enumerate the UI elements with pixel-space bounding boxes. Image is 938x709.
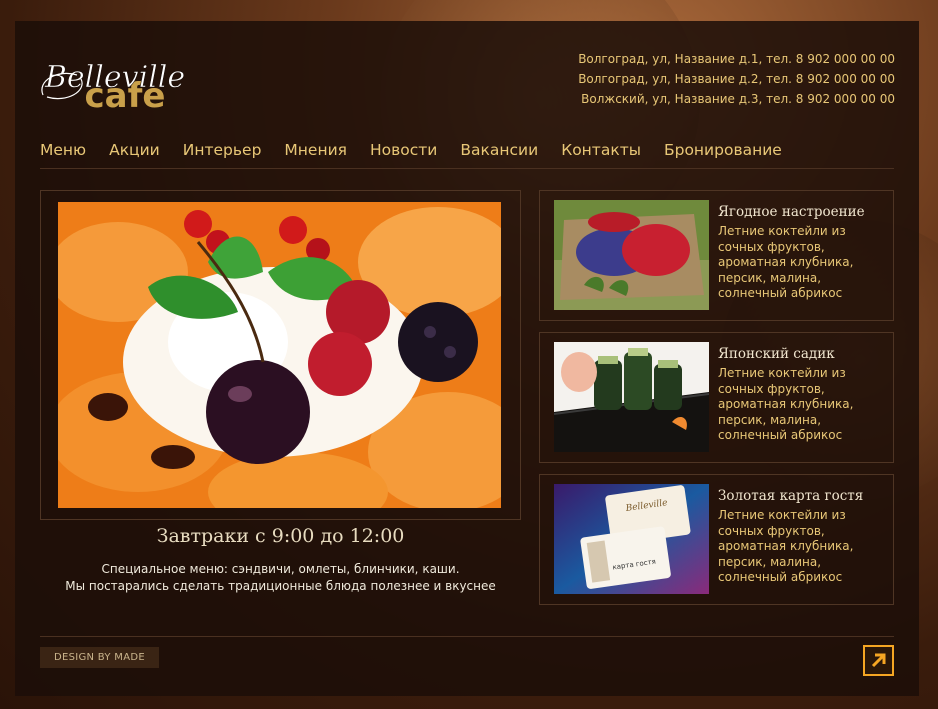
card-text: Летние коктейли из сочных фруктов, арома…: [718, 366, 854, 442]
design-credit[interactable]: DESIGN BY MADE: [40, 647, 159, 668]
promo-card-gold-card[interactable]: Belleville карта гостя Золотая карта гос…: [539, 474, 894, 605]
card-text: Летние коктейли из сочных фруктов, арома…: [718, 224, 854, 300]
sushi-image: [554, 342, 709, 452]
card-text: Летние коктейли из сочных фруктов, арома…: [718, 508, 854, 584]
featured-title: Завтраки с 9:00 до 12:00: [156, 525, 405, 547]
featured-dessert-image[interactable]: [58, 202, 501, 508]
card-title[interactable]: Золотая карта гостя: [718, 488, 863, 504]
address-line: Волгоград, ул, Название д.1, тел. 8 902 …: [578, 52, 895, 66]
featured-box: [40, 190, 521, 520]
footer-divider: [40, 636, 894, 637]
logo-script: Belleville: [44, 60, 185, 95]
main-nav: Меню Акции Интерьер Мнения Новости Вакан…: [40, 141, 805, 159]
cafe-logo[interactable]: cafe Belleville: [37, 51, 217, 116]
nav-item-news[interactable]: Новости: [370, 141, 437, 159]
nav-item-booking[interactable]: Бронирование: [664, 141, 782, 159]
nav-divider: [40, 168, 894, 169]
promo-card-japanese[interactable]: Японский садик Летние коктейли из сочных…: [539, 332, 894, 463]
nav-item-reviews[interactable]: Мнения: [284, 141, 347, 159]
promo-card-berries[interactable]: Ягодное настроение Летние коктейли из со…: [539, 190, 894, 321]
address-block: Волгоград, ул, Название д.1, тел. 8 902 …: [578, 49, 895, 109]
nav-item-contacts[interactable]: Контакты: [561, 141, 641, 159]
gift-card-image: Belleville карта гостя: [554, 484, 709, 594]
berries-image: [554, 200, 709, 310]
card-title[interactable]: Ягодное настроение: [718, 204, 865, 220]
card-title[interactable]: Японский садик: [718, 346, 835, 362]
address-line: Волжский, ул, Название д.3, тел. 8 902 0…: [581, 92, 895, 106]
featured-desc-line: Специальное меню: сэндвичи, омлеты, блин…: [101, 562, 460, 576]
featured-description: Специальное меню: сэндвичи, омлеты, блин…: [40, 561, 521, 595]
nav-item-vacancies[interactable]: Вакансии: [460, 141, 538, 159]
address-line: Волгоград, ул, Название д.2, тел. 8 902 …: [578, 72, 895, 86]
nav-item-menu[interactable]: Меню: [40, 141, 86, 159]
nav-item-promotions[interactable]: Акции: [109, 141, 160, 159]
external-link-button[interactable]: [863, 645, 894, 676]
page-frame: cafe Belleville Волгоград, ул, Название …: [15, 21, 919, 696]
featured-desc-line: Мы постарались сделать традиционные блюд…: [65, 579, 496, 593]
nav-item-interior[interactable]: Интерьер: [183, 141, 262, 159]
arrow-up-right-icon: [871, 653, 886, 668]
